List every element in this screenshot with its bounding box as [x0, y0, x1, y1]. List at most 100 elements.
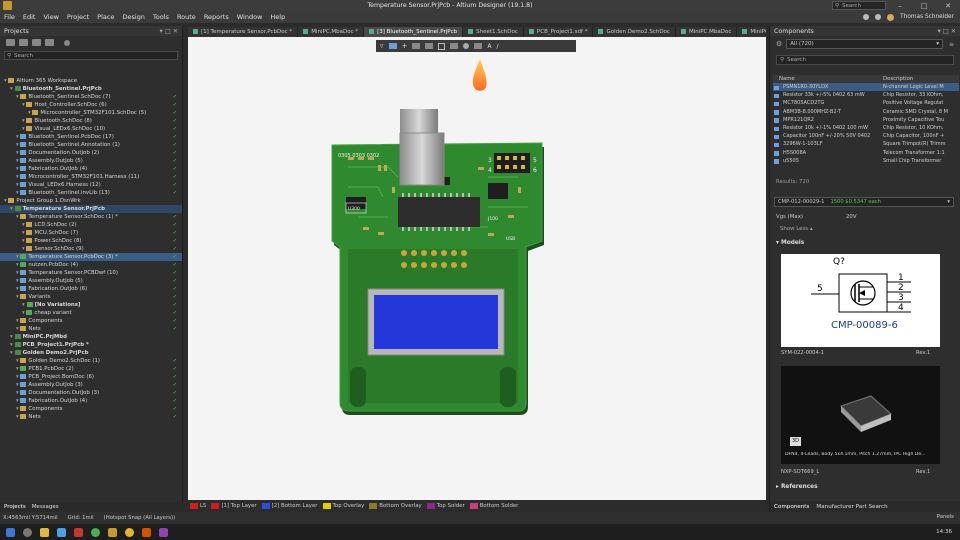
tree-item[interactable]: ▾ Golden Demo2.SchDoc (1) ✓ — [0, 357, 182, 365]
save-icon[interactable] — [32, 39, 41, 46]
user-name[interactable]: Thomas Schneider — [900, 14, 954, 20]
column-description[interactable]: Description — [883, 76, 913, 82]
menu-file[interactable]: File — [0, 13, 19, 21]
route-icon[interactable] — [388, 43, 397, 49]
tree-item[interactable]: ▾ Bluetooth_Sentinel.PcbDoc (17) ✓ — [0, 133, 182, 141]
tree-item[interactable]: ▾ Assembly.OutJob (5) ✓ — [0, 157, 182, 165]
altium-taskbar-icon[interactable] — [108, 527, 117, 537]
references-heading[interactable]: ▸ References — [776, 484, 818, 490]
panel-pin-icon[interactable]: ▾ □ ✕ — [160, 28, 178, 35]
document-tab[interactable]: Sheet1.SchDoc — [463, 26, 524, 37]
components-search-input[interactable]: ⚲ Search — [776, 55, 954, 65]
minimize-icon[interactable]: – — [888, 2, 912, 10]
symbol-preview[interactable]: Q? 1 2 3 4 5 CMP-00089-6 — [781, 254, 940, 347]
table-row[interactable]: ABM3B-8.000MHZ-B2-T Ceramic SMD Crystal, … — [773, 108, 959, 116]
tree-item[interactable]: ▾ Host_Controller.SchDoc (6) ✓ — [0, 101, 182, 109]
tree-item[interactable]: ▾ nutzen.PcbDoc (4) ✓ — [0, 261, 182, 269]
tree-item[interactable]: ▾ Components ✓ — [0, 405, 182, 413]
layer-tab[interactable]: LS — [190, 503, 206, 509]
menu-design[interactable]: Design — [118, 13, 148, 21]
via-icon[interactable] — [463, 43, 470, 49]
table-row[interactable]: Resistor 10k +/-1% 0402 100 mW Chip Resis… — [773, 124, 959, 132]
layer-tab[interactable]: [2] Bottom Layer — [261, 503, 318, 509]
menu-reports[interactable]: Reports — [200, 13, 233, 21]
open-folder-icon[interactable] — [6, 39, 15, 46]
table-row[interactable]: Resistor 33k +/-5% 0402 63 mW Chip Resist… — [773, 91, 959, 99]
tree-item[interactable]: ▾ Fabrication.OutJob (4) ✓ — [0, 397, 182, 405]
tree-item[interactable]: ▾ Fabrication.OutJob (4) ✓ — [0, 165, 182, 173]
menu-help[interactable]: Help — [266, 13, 289, 21]
tree-item[interactable]: ▾ Temperature Sensor.PCBDwf (10) ✓ — [0, 269, 182, 277]
tree-item[interactable]: ▾ PCB_Project1.PrjPcb * — [0, 341, 182, 349]
user-avatar-icon[interactable] — [887, 13, 895, 21]
layer-tab[interactable]: Bottom Solder — [469, 503, 518, 509]
grid-icon[interactable] — [450, 43, 459, 49]
tree-item[interactable]: ▾ [No Variations] ✓ — [0, 301, 182, 309]
pdf-icon[interactable] — [74, 527, 83, 537]
gear-icon[interactable] — [863, 14, 870, 20]
library-filter-select[interactable]: All (720) ▾ — [786, 39, 943, 49]
tree-item[interactable]: ▾ Microcontroller_STM32F101.SchDoc (5) ✓ — [0, 109, 182, 117]
tree-item[interactable]: ▾ Components ✓ — [0, 317, 182, 325]
line-icon[interactable]: / — [497, 43, 499, 50]
app-icon[interactable] — [159, 527, 168, 537]
tree-item[interactable]: ▾ Microcontroller_STM32F101.Harness (11)… — [0, 173, 182, 181]
tab-manufacturer-part-search[interactable]: Manufacturer Part Search — [816, 504, 887, 510]
notifications-icon[interactable] — [875, 14, 882, 20]
document-tab[interactable]: MiniPC.MbaDoc — [675, 26, 738, 37]
explorer-icon[interactable] — [40, 527, 49, 537]
tree-item[interactable]: ▾ Project Group 1.DsnWrk — [0, 197, 182, 205]
tree-item[interactable]: ▾ PCB1.PcbDoc (2) ✓ — [0, 365, 182, 373]
tree-item[interactable]: ▾ Temperature Sensor.SchDoc (1) * ✓ — [0, 213, 182, 221]
document-tab[interactable]: [3] Bluetooth_Sentinel.PrjPcb — [364, 26, 464, 37]
column-name[interactable]: Name — [773, 76, 883, 82]
global-search-input[interactable]: ⚲ Search — [832, 1, 886, 10]
layer-tab[interactable]: Top Solder — [426, 503, 465, 509]
tree-item[interactable]: ▾ Variants ✓ — [0, 293, 182, 301]
search-icon[interactable] — [23, 527, 32, 537]
panels-button[interactable]: Panels — [937, 514, 954, 520]
tree-item[interactable]: ▾ Documentation.OutJob (2) ✓ — [0, 149, 182, 157]
layer-tab[interactable]: Top Overlay — [322, 503, 364, 509]
table-row[interactable]: H5S008A Telecom Transformer 1:1 — [773, 149, 959, 157]
settings-icon[interactable]: ⚙ — [776, 40, 782, 48]
tree-item[interactable]: ▾ Power.SchDoc (8) ✓ — [0, 237, 182, 245]
rect-icon[interactable] — [438, 42, 446, 50]
tree-item[interactable]: ▾ PCB_Project.BomDoc (6) ✓ — [0, 373, 182, 381]
text-icon[interactable]: A — [487, 43, 491, 50]
table-row[interactable]: Capacitor 100nF +/-20% 50V 0402 Chip Capa… — [773, 132, 959, 140]
tree-item[interactable]: ▾ Bluetooth.SchDoc (8) ✓ — [0, 117, 182, 125]
menu-edit[interactable]: Edit — [19, 13, 40, 21]
document-tab[interactable]: Golden Demo2.SchDoc — [593, 26, 676, 37]
measure-icon[interactable] — [412, 43, 421, 49]
mail-icon[interactable] — [57, 527, 66, 537]
filter-icon[interactable]: ▿ — [380, 42, 384, 50]
menu-view[interactable]: View — [39, 13, 62, 21]
tab-messages[interactable]: Messages — [32, 504, 59, 510]
menu-window[interactable]: Window — [233, 13, 267, 21]
start-icon[interactable] — [6, 527, 15, 537]
tree-item[interactable]: ▾ Nets ✓ — [0, 413, 182, 421]
table-row[interactable]: MPR121QR2 Proximity Capacitive Tou — [773, 116, 959, 124]
tree-item[interactable]: ▾ Visual_LEDx6.SchDoc (10) ✓ — [0, 125, 182, 133]
tree-item[interactable]: ▾ Temperature Sensor.PcbDoc (3) * ✓ — [0, 253, 182, 261]
tree-item[interactable]: ▾ MCU.SchDoc (7) ✓ — [0, 229, 182, 237]
tree-item[interactable]: ▾ Bluetooth_Sentinel.Annotation (1) ✓ — [0, 141, 182, 149]
close-icon[interactable]: ✕ — [936, 2, 960, 10]
tree-item[interactable]: ▾ Assembly.OutJob (5) ✓ — [0, 277, 182, 285]
maximize-icon[interactable]: □ — [912, 2, 936, 10]
new-project-icon[interactable] — [19, 39, 28, 46]
table-row[interactable]: u5505 Small Chip Transformer — [773, 157, 959, 165]
layer-tab[interactable]: Bottom Overlay — [369, 503, 422, 509]
selected-part-bar[interactable]: CMP-012-00029-1 1500 $0.5347 each ▾ — [774, 197, 954, 207]
3d-badge[interactable]: 3D — [790, 437, 801, 446]
tree-item[interactable]: ▾ Bluetooth_Sentinel.PrjPcb — [0, 85, 182, 93]
table-row[interactable]: MC7805ACD2TG Positive Voltage Regulat — [773, 99, 959, 107]
settings-icon[interactable] — [64, 39, 70, 46]
tree-item[interactable]: ▾ Bluetooth_Sentinel.invLib (13) ✓ — [0, 189, 182, 197]
menu-place[interactable]: Place — [93, 13, 118, 21]
tree-item[interactable]: ▾ Golden Demo2.PrjPcb — [0, 349, 182, 357]
table-row[interactable]: 3296W-1-103LF Square Trimpot(R) Trimm — [773, 140, 959, 148]
menu-route[interactable]: Route — [173, 13, 200, 21]
tree-item[interactable]: ▾ Altium 365 Workspace — [0, 77, 182, 85]
